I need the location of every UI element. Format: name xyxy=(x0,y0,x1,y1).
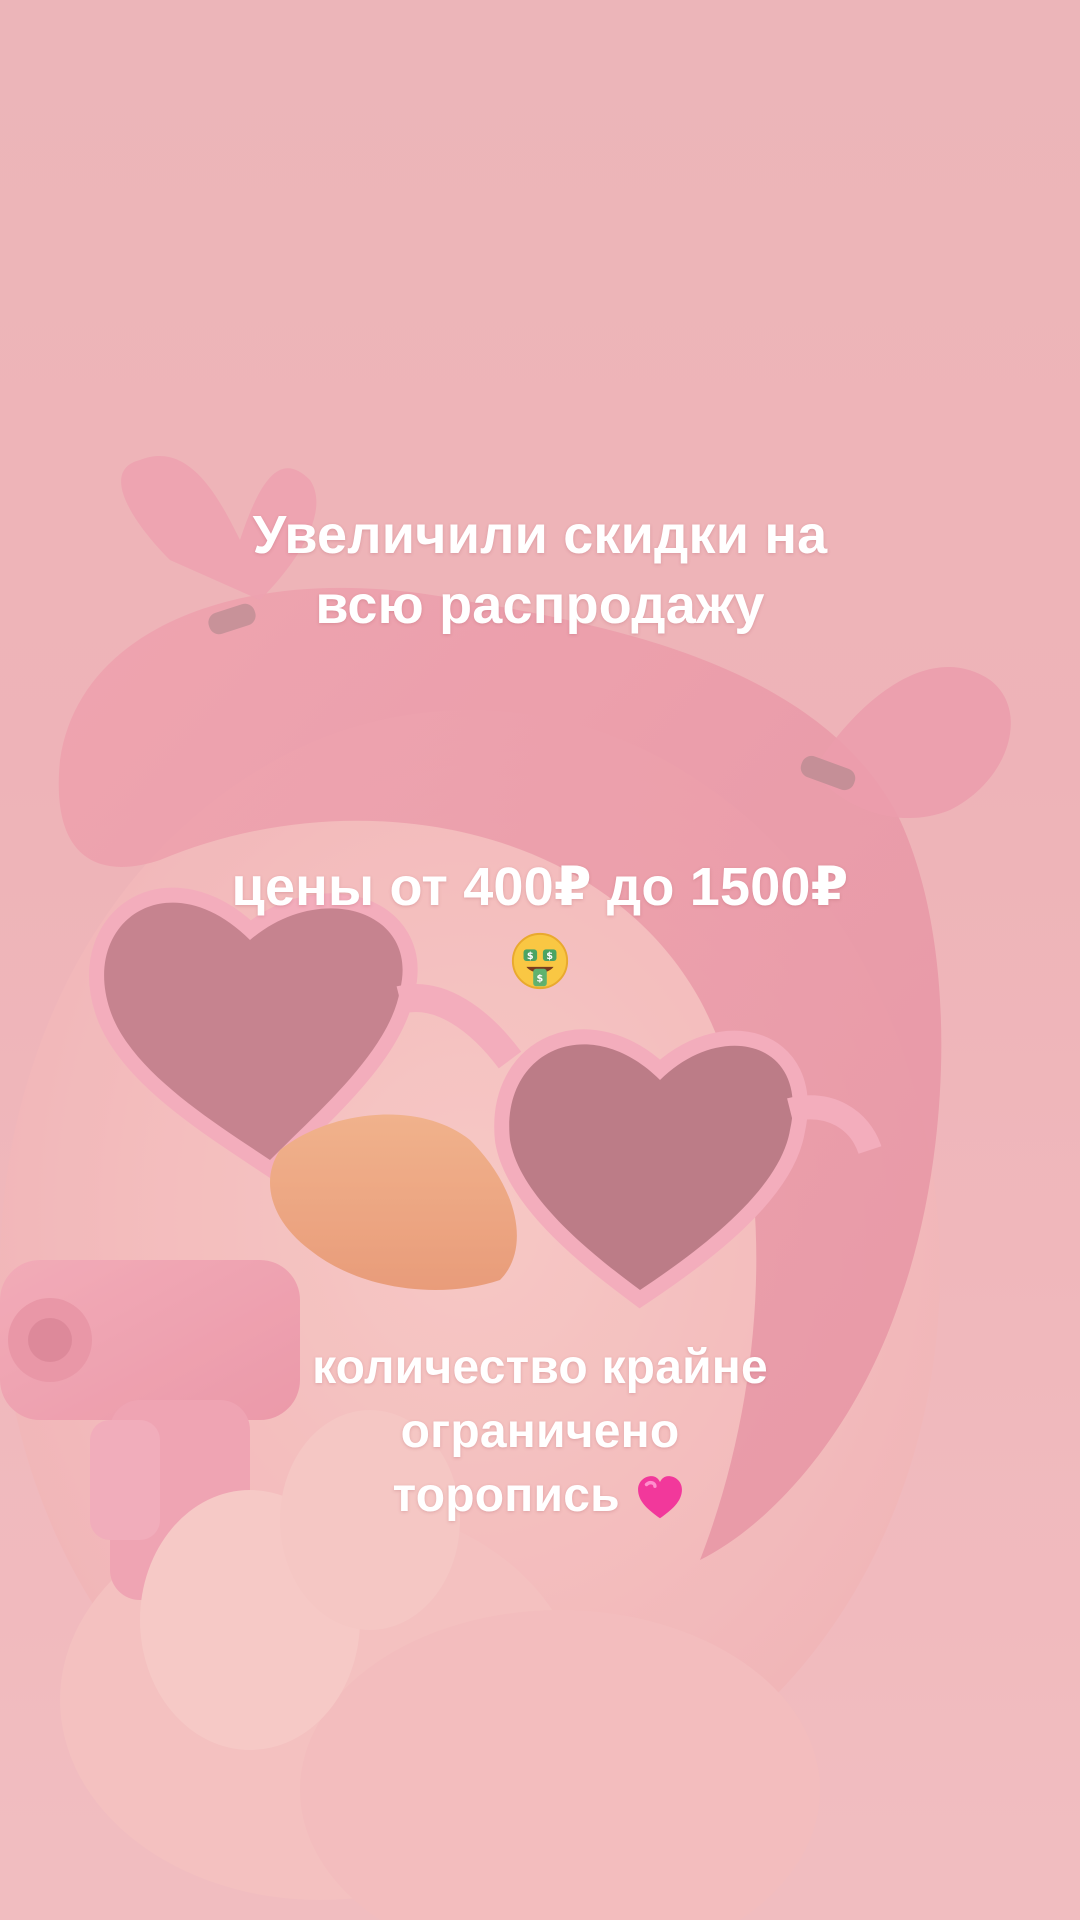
headline-line-1: Увеличили скидки на xyxy=(252,505,828,565)
prices-line: цены от 400₽ до 1500₽ xyxy=(231,857,849,917)
pink-heart-icon xyxy=(638,1476,683,1519)
headline-line-2: всю распродажу xyxy=(315,575,765,635)
urgency-caption: количество крайне ограничено торопись xyxy=(0,1336,1080,1528)
svg-text:$: $ xyxy=(537,973,544,984)
prices-caption: цены от 400₽ до 1500₽ $ $ $ xyxy=(0,852,1080,992)
urgency-line-2: ограничено xyxy=(400,1405,680,1458)
headline-caption: Увеличили скидки на всю распродажу xyxy=(0,500,1080,640)
svg-text:$: $ xyxy=(546,951,553,962)
story-screen[interactable]: Увеличили скидки на всю распродажу цены … xyxy=(0,0,1080,1920)
urgency-line-3: торопись xyxy=(392,1469,620,1522)
money-mouth-face-icon: $ $ $ xyxy=(511,932,569,989)
urgency-line-1: количество крайне xyxy=(312,1341,768,1394)
svg-text:$: $ xyxy=(527,951,534,962)
